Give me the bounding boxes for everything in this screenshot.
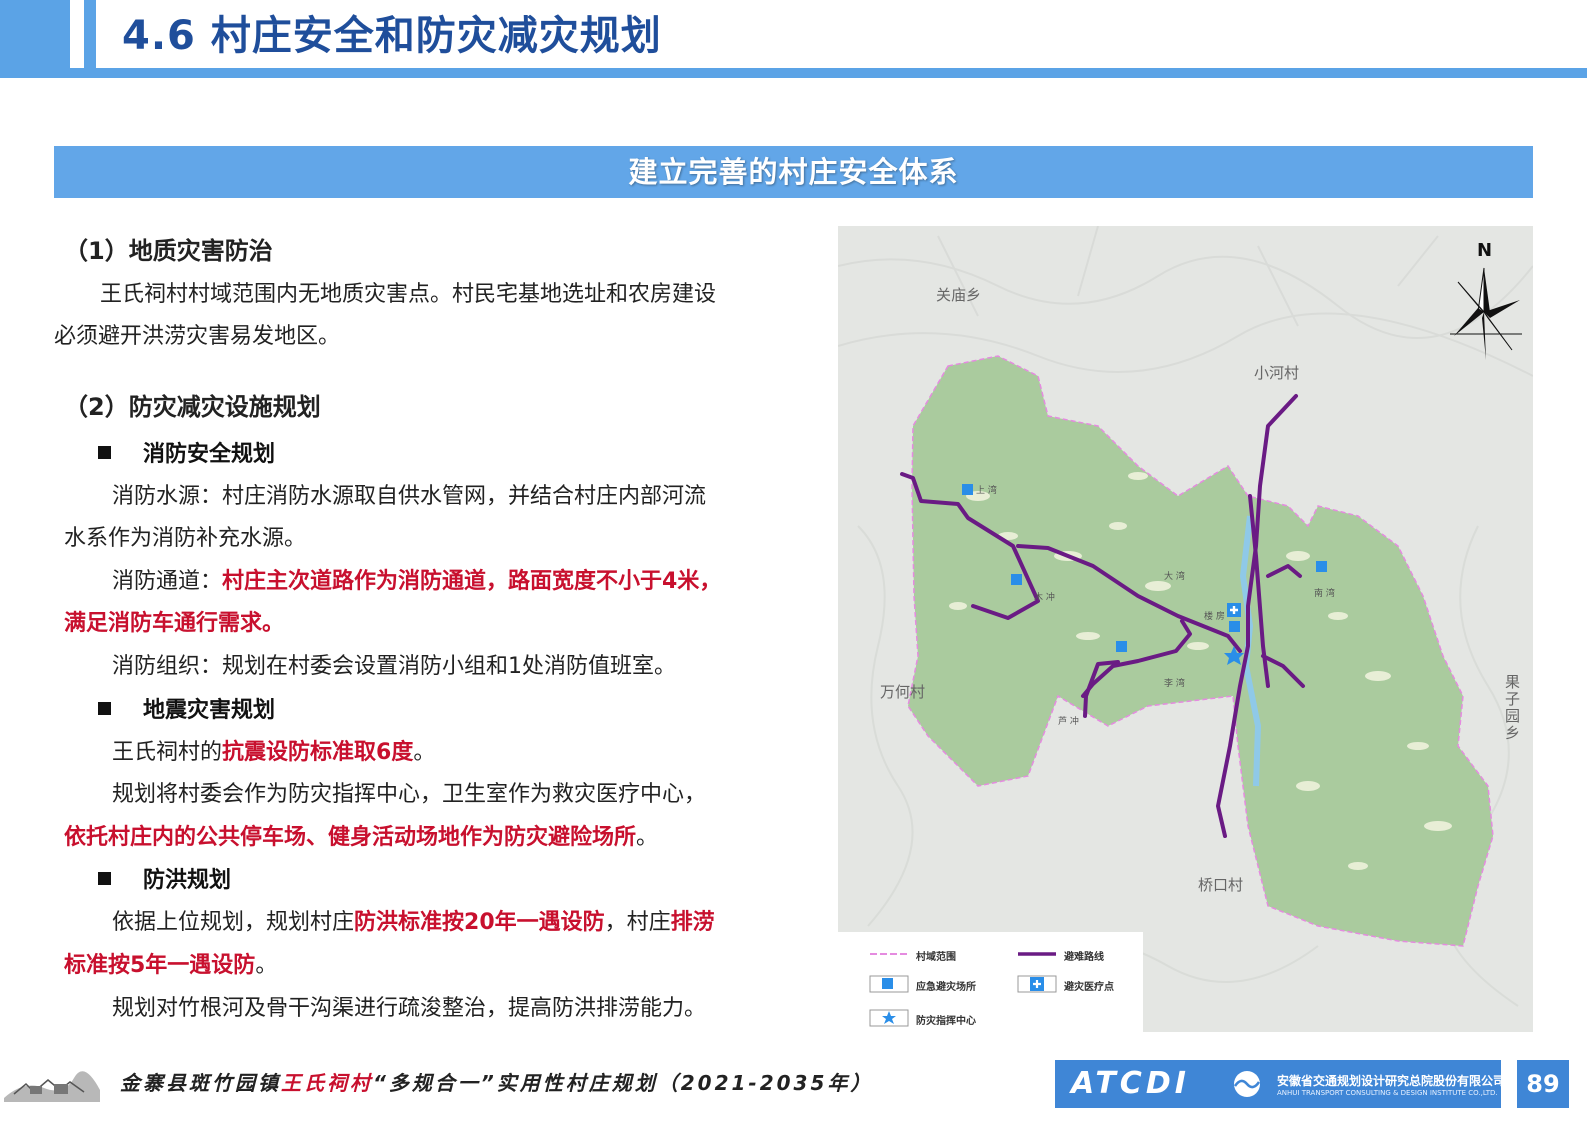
fire-road-line2: 满足消防车通行需求。 xyxy=(64,611,285,636)
planning-map: 关庙乡 小河村 万何村 果子园乡 桥口村 上 湾 木 冲 大 湾 楼 房 南 湾… xyxy=(838,226,1533,1032)
subheading-flood: 防洪规划 xyxy=(98,866,231,896)
footer-title: 金寨县斑竹园镇王氏祠村“多规合一”实用性村庄规划（2021-2035年） xyxy=(120,1068,873,1098)
company-logo: ATCDI 安徽省交通规划设计研究总院股份有限公司 ANHUI TRANSPOR… xyxy=(1055,1060,1505,1108)
label-qiaokou: 桥口村 xyxy=(1198,876,1244,894)
north-label: N xyxy=(1477,240,1493,261)
village-loufang: 楼 房 xyxy=(1204,612,1225,622)
footer-title-post: “多规合一”实用性村庄规划（2021-2035年） xyxy=(373,1071,874,1095)
logo-wordmark: ATCDI xyxy=(1071,1066,1190,1101)
heading-disaster-facilities: （2）防灾减灾设施规划 xyxy=(64,393,321,421)
flood-l2-post: 。 xyxy=(255,953,278,978)
fire-road-line1: 消防通道：村庄主次道路作为消防通道，路面宽度不小于4米， xyxy=(112,567,721,597)
quake-plan-red: 依托村庄内的公共停车场、健身活动场地作为防灾避险场所 xyxy=(64,825,637,850)
fire-source-line1: 消防水源：村庄消防水源取自供水管网，并结合村庄内部河流 xyxy=(112,484,707,509)
legend-route: 避难路线 xyxy=(1064,952,1104,963)
heading-geological: （1）地质灾害防治 xyxy=(64,237,273,265)
quake-std-pre: 王氏祠村的 xyxy=(112,740,223,765)
section-banner: 建立完善的村庄安全体系 xyxy=(54,146,1533,198)
quake-plan-line1: 规划将村委会作为防灾指挥中心，卫生室作为救灾医疗中心， xyxy=(112,782,707,807)
flood-l1-pre: 依据上位规划，规划村庄 xyxy=(112,910,355,935)
flood-heading-text: 防洪规划 xyxy=(143,868,232,893)
medical-marker xyxy=(1227,603,1241,617)
quake-plan-line2: 依托村庄内的公共停车场、健身活动场地作为防灾避险场所。 xyxy=(64,823,658,853)
village-liwan: 李 湾 xyxy=(1164,679,1185,689)
legend-boundary: 村域范围 xyxy=(916,952,956,963)
flood-l1-red1: 防洪标准按20年一遇设防 xyxy=(354,910,605,935)
label-xiaohe: 小河村 xyxy=(1254,364,1300,382)
compass-rose-icon xyxy=(1450,267,1522,360)
label-wanhe: 万何村 xyxy=(880,683,926,701)
map-graphic xyxy=(838,226,1533,1007)
page-number: 89 xyxy=(1517,1060,1569,1108)
subheading-fire: 消防安全规划 xyxy=(98,440,275,470)
fire-road-label: 消防通道： xyxy=(112,569,223,594)
label-guanmiao: 关庙乡 xyxy=(936,286,982,304)
flood-line2: 标准按5年一遇设防。 xyxy=(64,951,277,981)
flood-line3: 规划对竹根河及骨干沟渠进行疏浚整治，提高防洪排涝能力。 xyxy=(112,996,707,1021)
village-muchong: 木 冲 xyxy=(1034,593,1055,603)
company-name-en: ANHUI TRANSPORT CONSULTING & DESIGN INST… xyxy=(1277,1089,1498,1097)
fire-road-red-text: 村庄主次道路作为消防通道，路面宽度不小于4米， xyxy=(222,569,722,594)
footer-title-pre: 金寨县斑竹园镇 xyxy=(120,1071,281,1095)
flood-l2-red: 标准按5年一遇设防 xyxy=(64,953,256,978)
flood-line1: 依据上位规划，规划村庄防洪标准按20年一遇设防，村庄排涝 xyxy=(112,908,715,938)
bullet-square-icon xyxy=(98,702,111,715)
quake-heading-text: 地震灾害规划 xyxy=(143,698,276,723)
quake-plan-post: 。 xyxy=(636,825,659,850)
village-nanwan: 南 湾 xyxy=(1314,589,1335,599)
geo-paragraph-line1: 王氏祠村村域范围内无地质灾害点。村民宅基地选址和农房建设 xyxy=(100,282,717,307)
header-accent-bar xyxy=(0,0,70,68)
fire-heading-text: 消防安全规划 xyxy=(143,442,276,467)
legend-medical: 避灾医疗点 xyxy=(1064,982,1114,993)
header-underline xyxy=(0,68,1587,78)
geo-paragraph-line2: 必须避开洪涝灾害易发地区。 xyxy=(54,324,341,349)
legend-shelter: 应急避灾场所 xyxy=(916,982,976,993)
map-legend: 村域范围 避难路线 应急避灾场所 避灾医疗点 防灾指挥中心 xyxy=(838,932,1143,1032)
logo-emblem-icon xyxy=(1233,1071,1261,1097)
company-name-cn: 安徽省交通规划设计研究总院股份有限公司 xyxy=(1277,1074,1506,1088)
quake-std-red: 抗震设防标准取6度 xyxy=(222,740,414,765)
quake-std-post: 。 xyxy=(413,740,436,765)
village-dawan: 大 湾 xyxy=(1164,572,1185,582)
page-title: 4.6 村庄安全和防灾减灾规划 xyxy=(122,13,662,59)
bullet-square-icon xyxy=(98,872,111,885)
village-luchong: 芦 冲 xyxy=(1058,717,1079,727)
subheading-earthquake: 地震灾害规划 xyxy=(98,696,275,726)
legend-command: 防灾指挥中心 xyxy=(916,1016,976,1027)
footer-landscape-icon xyxy=(4,1071,100,1102)
north-arrow: N xyxy=(1450,240,1526,360)
fire-source-line2: 水系作为消防补充水源。 xyxy=(64,526,307,551)
village-shangwan: 上 湾 xyxy=(976,486,997,496)
label-guoziyuan: 果子园乡 xyxy=(1503,674,1521,742)
fire-organization: 消防组织：规划在村委会设置消防小组和1处消防值班室。 xyxy=(112,654,676,679)
flood-l1-red2: 排涝 xyxy=(670,910,715,935)
flood-l1-mid: ，村庄 xyxy=(604,910,671,935)
header-accent-bar-thin xyxy=(84,0,96,68)
quake-standard: 王氏祠村的抗震设防标准取6度。 xyxy=(112,738,435,768)
village-area xyxy=(907,355,1494,947)
footer-title-village: 王氏祠村 xyxy=(281,1071,373,1095)
bullet-square-icon xyxy=(98,446,111,459)
